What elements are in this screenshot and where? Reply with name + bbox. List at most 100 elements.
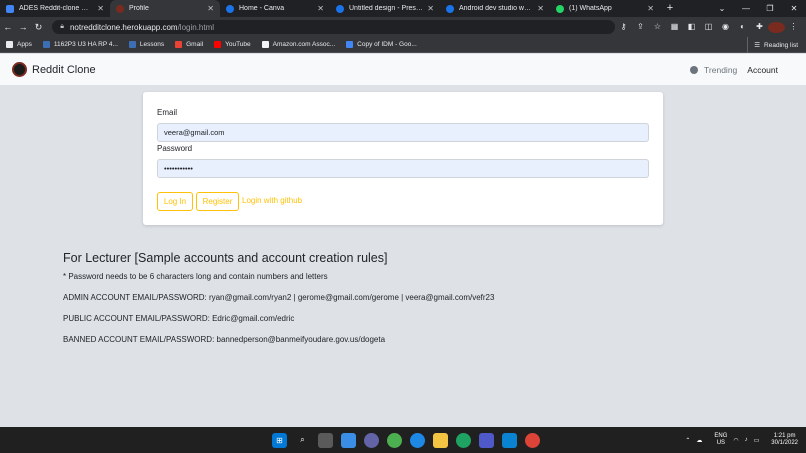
extension-icon[interactable]: ◐ (734, 22, 751, 33)
edge-icon (226, 4, 234, 13)
edge-icon (446, 4, 454, 13)
tab-strip: ADES Reddit-clone CA2 - C✕ Profile✕ Home… (0, 0, 806, 17)
browser-tab[interactable]: (1) WhatsApp ✕ (550, 0, 660, 17)
close-tab-icon[interactable]: ✕ (207, 4, 214, 13)
app-icon[interactable] (410, 432, 425, 448)
lock-icon[interactable]: 🔒︎ (60, 23, 64, 31)
admin-accounts: ADMIN ACCOUNT EMAIL/PASSWORD: ryan@gmail… (63, 293, 495, 302)
menu-dots-icon[interactable]: ⋮ (785, 22, 802, 33)
bookmark-gmail[interactable]: Gmail (175, 41, 203, 48)
extension-icon[interactable]: ◫ (700, 22, 717, 33)
bookmark-item[interactable]: Copy of IDM - Goo... (346, 41, 417, 48)
clock[interactable]: 1:21 pm 30/1/2022 (765, 433, 798, 447)
browser-tab[interactable]: Untitled design - Presentati✕ (330, 0, 440, 17)
new-tab-icon[interactable]: + (660, 0, 680, 17)
back-icon[interactable]: ← (0, 22, 15, 32)
puzzle-icon[interactable]: ✚ (751, 22, 768, 33)
bookmark-item[interactable]: 1162P3 U3 HA RP 4... (42, 41, 118, 48)
brand-logo-icon[interactable] (12, 62, 27, 77)
chevron-up-icon[interactable]: ⌃ (685, 437, 690, 444)
info-heading: For Lecturer [Sample accounts and accoun… (63, 251, 388, 265)
browser-tab-active[interactable]: Profile ✕ (110, 0, 220, 17)
close-tab-icon[interactable]: ✕ (317, 4, 324, 13)
cloud-icon[interactable]: ☁ (696, 437, 702, 444)
close-tab-icon[interactable]: ✕ (97, 4, 104, 13)
bookmark-apps[interactable]: Apps (6, 41, 32, 48)
widgets-icon[interactable] (341, 432, 356, 448)
bookmark-youtube[interactable]: YouTube (214, 41, 251, 48)
bookmark-icon (128, 41, 136, 48)
password-label: Password (157, 144, 193, 153)
teams-icon[interactable] (479, 432, 494, 448)
email-field[interactable]: veera@gmail.com (157, 123, 649, 142)
vscode-icon[interactable] (502, 432, 517, 448)
browser-toolbar: ← → ↻ 🔒︎ notredditclone.herokuapp.com/lo… (0, 17, 806, 37)
tab-search-icon[interactable]: ⌄ (710, 0, 734, 17)
extension-icon[interactable]: ◉ (717, 22, 734, 33)
share-icon[interactable]: ⇪ (632, 22, 649, 33)
taskbar: ⊞ ⌕ ⌃ ☁ ENG US ◠ ♪ ▭ 1:21 pm 30/1/2022 (0, 427, 806, 453)
apps-grid-icon (6, 41, 13, 48)
close-tab-icon[interactable]: ✕ (427, 4, 434, 13)
key-icon[interactable]: ⚷ (615, 22, 632, 33)
language-indicator[interactable]: ENG US (708, 433, 727, 447)
bookmark-item[interactable]: Lessons (128, 41, 164, 48)
url-path: /login.html (177, 22, 215, 32)
trending-icon (690, 65, 699, 74)
login-button[interactable]: Log In (157, 192, 193, 211)
reading-list[interactable]: ☰ Reading list (747, 37, 798, 53)
system-tray: ⌃ ☁ ENG US ◠ ♪ ▭ 1:21 pm 30/1/2022 (679, 427, 798, 453)
file-explorer-icon[interactable] (433, 432, 448, 448)
whatsapp-icon (556, 4, 564, 13)
password-field[interactable]: ••••••••••• (157, 159, 649, 178)
window-controls: ⌄ — ❐ ✕ (710, 0, 806, 17)
star-icon[interactable]: ☆ (649, 22, 666, 33)
github-login-link[interactable]: Login with github (242, 196, 302, 205)
task-view-icon[interactable] (318, 432, 333, 448)
windows-start-icon[interactable]: ⊞ (272, 432, 287, 448)
close-tab-icon[interactable]: ✕ (647, 4, 654, 13)
search-icon[interactable]: ⌕ (295, 433, 310, 448)
url-host: notredditclone.herokuapp.com (69, 22, 178, 32)
docs-icon (346, 41, 354, 48)
public-accounts: PUBLIC ACCOUNT EMAIL/PASSWORD: Edric@gma… (63, 314, 295, 323)
register-button[interactable]: Register (196, 192, 239, 211)
forward-icon[interactable]: → (15, 22, 30, 32)
gmail-icon (175, 41, 183, 48)
minimize-icon[interactable]: — (734, 0, 758, 17)
browser-tab[interactable]: Home - Canva ✕ (220, 0, 330, 17)
profile-avatar[interactable] (768, 21, 785, 33)
volume-icon[interactable]: ♪ (745, 437, 748, 443)
lecturer-info: For Lecturer [Sample accounts and accoun… (63, 251, 763, 344)
browser-tab[interactable]: Android dev studio website✕ (440, 0, 550, 17)
reddit-clone-icon (116, 4, 124, 13)
browser-tab[interactable]: ADES Reddit-clone CA2 - C✕ (0, 0, 110, 17)
nav-account[interactable]: Account (747, 65, 778, 75)
nav-trending[interactable]: Trending (704, 65, 737, 75)
bookmarks-bar: Apps 1162P3 U3 HA RP 4... Lessons Gmail … (0, 37, 806, 53)
youtube-icon (214, 41, 222, 48)
toolbar-actions: ⚷ ⇪ ☆ ▦ ◧ ◫ ◉ ◐ ✚ ⋮ (615, 21, 802, 33)
chrome-icon[interactable] (387, 432, 402, 448)
battery-icon[interactable]: ▭ (754, 437, 760, 444)
restore-icon[interactable]: ❐ (758, 0, 782, 17)
email-label: Email (157, 108, 178, 117)
login-card: Email veera@gmail.com Password •••••••••… (143, 92, 663, 225)
amazon-icon (261, 41, 269, 48)
brand-name[interactable]: Reddit Clone (32, 64, 96, 76)
teams-chat-icon[interactable] (364, 432, 379, 448)
taskbar-apps: ⊞ ⌕ (268, 427, 544, 453)
edge-icon[interactable] (456, 432, 471, 448)
extension-icon[interactable]: ▦ (666, 22, 683, 33)
banned-accounts: BANNED ACCOUNT EMAIL/PASSWORD: bannedper… (63, 335, 386, 344)
close-window-icon[interactable]: ✕ (782, 0, 806, 17)
reload-icon[interactable]: ↻ (31, 22, 46, 33)
extension-icon[interactable]: ◧ (683, 22, 700, 33)
bookmark-item[interactable]: Amazon.com Assoc... (261, 41, 335, 48)
close-tab-icon[interactable]: ✕ (537, 4, 544, 13)
chrome-icon[interactable] (525, 432, 540, 448)
wifi-icon[interactable]: ◠ (733, 437, 738, 444)
site-navbar: Reddit Clone Trending Account (0, 54, 806, 85)
address-bar[interactable]: 🔒︎ notredditclone.herokuapp.com/login.ht… (52, 20, 615, 34)
bookmark-icon (42, 41, 50, 48)
